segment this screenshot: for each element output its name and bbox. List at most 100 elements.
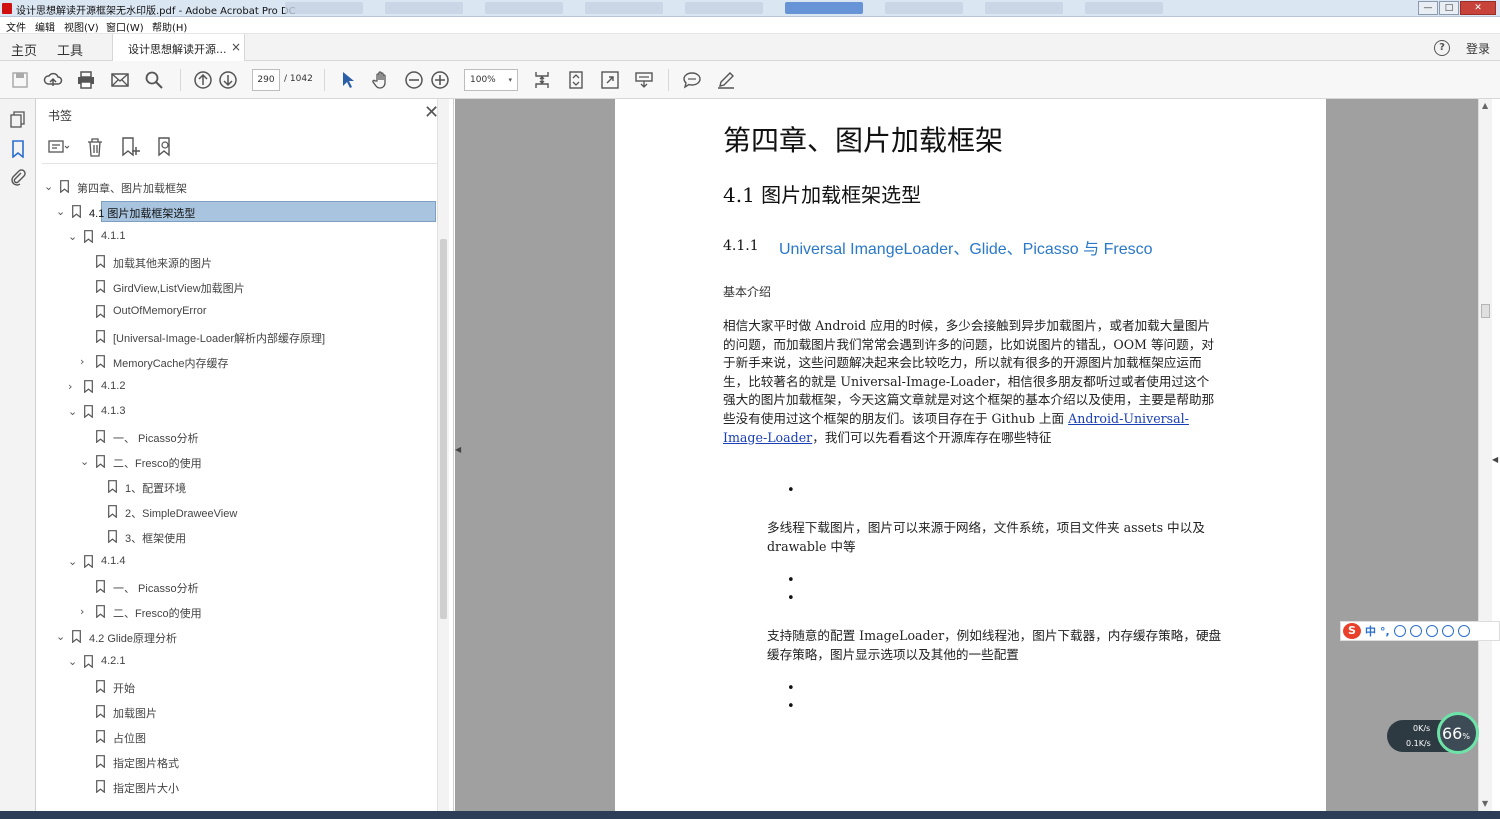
menu-file[interactable]: 文件: [6, 19, 26, 34]
chevron-down-icon[interactable]: ⌄: [56, 630, 66, 643]
tab-thumbnail[interactable]: [885, 2, 963, 14]
maximize-button[interactable]: □: [1439, 1, 1459, 15]
chevron-down-icon[interactable]: ⌄: [80, 455, 90, 468]
save-icon[interactable]: [10, 70, 30, 90]
select-pointer-icon[interactable]: [338, 70, 358, 90]
bookmark-item[interactable]: ⌄ 4.1 图片加载框架选型: [36, 200, 436, 225]
bookmark-item[interactable]: 一、 Picasso分析: [36, 425, 436, 450]
scroll-mode-icon[interactable]: [566, 70, 586, 90]
ime-toolbar[interactable]: S 中 °,: [1340, 621, 1500, 641]
login-button[interactable]: 登录: [1466, 40, 1490, 57]
close-button[interactable]: ✕: [1460, 1, 1496, 15]
comment-icon[interactable]: [682, 70, 702, 90]
scroll-down-icon[interactable]: ▼: [1482, 799, 1488, 808]
bookmark-item[interactable]: 指定图片大小: [36, 775, 436, 800]
bookmark-item[interactable]: ⌄ 4.2.1: [36, 650, 436, 675]
bookmark-item[interactable]: 1、配置环境: [36, 475, 436, 500]
bookmark-item[interactable]: ⌄ 第四章、图片加载框架: [36, 175, 436, 200]
bookmark-item[interactable]: › 4.1.2: [36, 375, 436, 400]
zoom-out-icon[interactable]: [404, 70, 424, 90]
tab-thumbnail[interactable]: [985, 2, 1063, 14]
bookmark-item[interactable]: OutOfMemoryError: [36, 300, 436, 325]
bookmark-item[interactable]: 加载图片: [36, 700, 436, 725]
chevron-down-icon[interactable]: ⌄: [44, 180, 54, 193]
collapse-panel-icon[interactable]: ◀: [455, 445, 461, 454]
chevron-down-icon[interactable]: ⌄: [68, 655, 78, 668]
delete-bookmark-icon[interactable]: [84, 137, 106, 157]
bookmark-item[interactable]: 2、SimpleDraweeView: [36, 500, 436, 525]
bookmark-item[interactable]: ⌄ 4.1.3: [36, 400, 436, 425]
scrollbar-thumb[interactable]: [440, 239, 447, 619]
attachments-icon[interactable]: [9, 168, 27, 186]
bookmark-options-icon[interactable]: [48, 137, 70, 157]
page-number-input[interactable]: 290: [252, 69, 280, 91]
previous-page-icon[interactable]: [193, 70, 213, 90]
expand-right-pane-icon[interactable]: ◀: [1492, 455, 1498, 464]
document-scrollbar[interactable]: ▲ ▼: [1478, 99, 1492, 811]
chevron-right-icon[interactable]: ›: [80, 605, 90, 618]
menu-view[interactable]: 视图(V): [64, 19, 99, 34]
tab-document[interactable]: 设计思想解读开源... ×: [112, 34, 245, 61]
bookmark-item[interactable]: ⌄ 二、Fresco的使用: [36, 450, 436, 475]
chevron-down-icon[interactable]: ⌄: [68, 555, 78, 568]
minimize-button[interactable]: —: [1418, 1, 1438, 15]
new-bookmark-icon[interactable]: [120, 137, 142, 157]
ime-punctuation[interactable]: °,: [1380, 625, 1390, 638]
chevron-right-icon[interactable]: ›: [68, 380, 78, 393]
tab-thumbnail[interactable]: [385, 2, 463, 14]
bookmark-item[interactable]: 开始: [36, 675, 436, 700]
next-page-icon[interactable]: [218, 70, 238, 90]
menu-edit[interactable]: 编辑: [35, 19, 55, 34]
tab-thumbnail[interactable]: [685, 2, 763, 14]
menu-window[interactable]: 窗口(W): [106, 19, 144, 34]
skin-icon[interactable]: [1441, 625, 1454, 637]
menu-help[interactable]: 帮助(H): [152, 19, 187, 34]
toolbox-icon[interactable]: [1457, 625, 1470, 637]
bookmark-item[interactable]: › 二、Fresco的使用: [36, 600, 436, 625]
bookmark-item[interactable]: 3、框架使用: [36, 525, 436, 550]
tab-thumbnail[interactable]: [785, 2, 863, 14]
tab-thumbnail[interactable]: [485, 2, 563, 14]
email-icon[interactable]: [110, 70, 130, 90]
search-icon[interactable]: [144, 70, 164, 90]
bookmark-item[interactable]: GirdView,ListView加载图片: [36, 275, 436, 300]
bookmark-item[interactable]: ⌄ 4.2 Glide原理分析: [36, 625, 436, 650]
find-bookmark-icon[interactable]: [156, 137, 178, 157]
bookmark-item[interactable]: 指定图片格式: [36, 750, 436, 775]
tab-tools[interactable]: 工具: [57, 40, 83, 59]
tab-thumbnail[interactable]: [1085, 2, 1163, 14]
tab-thumbnail[interactable]: [285, 2, 363, 14]
emoji-icon[interactable]: [1393, 625, 1406, 637]
bookmark-item[interactable]: ⌄ 4.1.1: [36, 225, 436, 250]
keyboard-icon[interactable]: [1425, 625, 1438, 637]
bookmarks-scrollbar[interactable]: [437, 99, 449, 811]
upload-cloud-icon[interactable]: [43, 70, 63, 90]
bookmarks-icon[interactable]: [9, 140, 27, 159]
chevron-down-icon[interactable]: ⌄: [56, 205, 66, 218]
close-tab-icon[interactable]: ×: [231, 40, 241, 54]
sign-pen-icon[interactable]: [716, 70, 736, 90]
bookmark-item[interactable]: 占位图: [36, 725, 436, 750]
scroll-up-icon[interactable]: ▲: [1482, 101, 1488, 110]
chevron-down-icon[interactable]: ⌄: [68, 405, 78, 418]
help-icon[interactable]: ?: [1434, 40, 1450, 56]
hand-tool-icon[interactable]: [371, 70, 391, 90]
tab-home[interactable]: 主页: [11, 40, 37, 59]
zoom-select[interactable]: 100% ▾: [464, 69, 518, 91]
bookmark-item[interactable]: › MemoryCache内存缓存: [36, 350, 436, 375]
tab-thumbnail[interactable]: [585, 2, 663, 14]
bookmark-item[interactable]: ⌄ 4.1.4: [36, 550, 436, 575]
chevron-down-icon[interactable]: ⌄: [68, 230, 78, 243]
page-thumbnails-icon[interactable]: [9, 111, 27, 129]
bookmark-item[interactable]: 加载其他来源的图片: [36, 250, 436, 275]
chevron-right-icon[interactable]: ›: [80, 355, 90, 368]
zoom-in-icon[interactable]: [430, 70, 450, 90]
ime-language[interactable]: 中: [1365, 623, 1376, 639]
bookmark-item[interactable]: 一、 Picasso分析: [36, 575, 436, 600]
full-screen-icon[interactable]: [600, 70, 620, 90]
voice-icon[interactable]: [1409, 625, 1422, 637]
network-speed-widget[interactable]: 0K/s 0.1K/s 66%: [1387, 712, 1479, 760]
bookmark-item[interactable]: [Universal-Image-Loader解析内部缓存原理]: [36, 325, 436, 350]
read-mode-icon[interactable]: [634, 70, 654, 90]
fit-page-icon[interactable]: [532, 70, 552, 90]
